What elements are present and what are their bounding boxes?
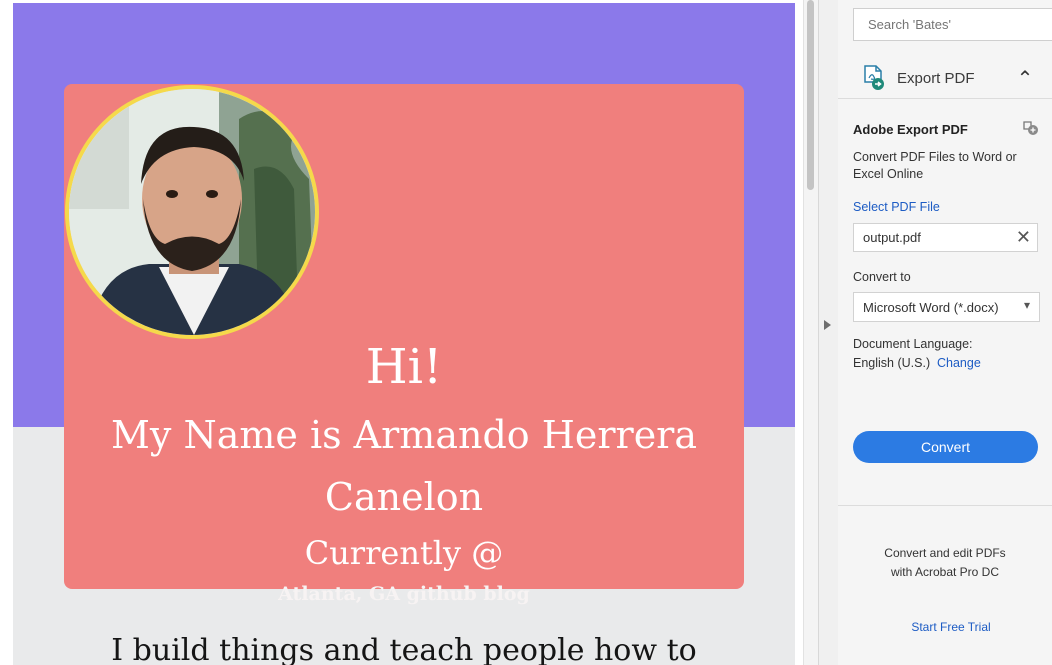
- chevron-down-icon[interactable]: ▾: [1024, 298, 1030, 312]
- document-scrollbar[interactable]: [803, 0, 818, 665]
- promo-line-1: Convert and edit PDFs: [884, 546, 1006, 560]
- promo-line-2: with Acrobat Pro DC: [890, 565, 1000, 579]
- avatar-photo: [69, 89, 315, 335]
- format-select[interactable]: Microsoft Word (*.docx) ▾: [853, 292, 1040, 322]
- select-file-label[interactable]: Select PDF File: [853, 200, 940, 214]
- divider: [838, 98, 1052, 99]
- format-value: Microsoft Word (*.docx): [863, 300, 999, 315]
- search-input[interactable]: [853, 8, 1052, 41]
- section-title: Adobe Export PDF: [853, 122, 968, 137]
- tool-title[interactable]: Export PDF: [897, 70, 975, 87]
- convert-button[interactable]: Convert: [853, 431, 1038, 463]
- section-description: Convert PDF Files to Word or Excel Onlin…: [853, 150, 1017, 181]
- promo-text: Convert and edit PDFs with Acrobat Pro D…: [838, 544, 1052, 582]
- language-value: English (U.S.): [853, 356, 931, 370]
- avatar: [65, 85, 319, 339]
- start-trial-link[interactable]: Start Free Trial: [838, 620, 1052, 634]
- pdf-page: Hi! My Name is Armando Herrera Canelon C…: [13, 3, 795, 665]
- divider: [838, 505, 1052, 506]
- expand-arrow-icon[interactable]: [824, 320, 831, 330]
- current-line: Currently @: [304, 534, 504, 572]
- convert-to-label: Convert to: [853, 270, 911, 284]
- change-language-link[interactable]: Change: [937, 356, 981, 370]
- chevron-up-icon[interactable]: ⌃: [1015, 66, 1035, 91]
- name-line-1: My Name is Armando Herrera: [110, 413, 697, 457]
- language-label: Document Language:: [853, 337, 973, 351]
- tagline: I build things and teach people how to: [111, 633, 697, 665]
- close-icon[interactable]: ✕: [1016, 227, 1031, 248]
- document-view[interactable]: Hi! My Name is Armando Herrera Canelon C…: [0, 0, 818, 665]
- name-line-2: Canelon: [324, 475, 484, 519]
- tools-panel: Export PDF ⌃ Adobe Export PDF Convert PD…: [838, 0, 1052, 665]
- links-line[interactable]: Atlanta, GA github blog: [64, 583, 744, 605]
- account-switch-icon[interactable]: [1021, 120, 1039, 136]
- greeting-heading: Hi!: [365, 339, 443, 395]
- panel-collapse-strip[interactable]: [818, 0, 839, 665]
- file-field[interactable]: output.pdf ✕: [853, 223, 1038, 252]
- export-pdf-icon: [864, 65, 884, 90]
- scrollbar-thumb[interactable]: [807, 0, 814, 190]
- file-name: output.pdf: [863, 230, 921, 245]
